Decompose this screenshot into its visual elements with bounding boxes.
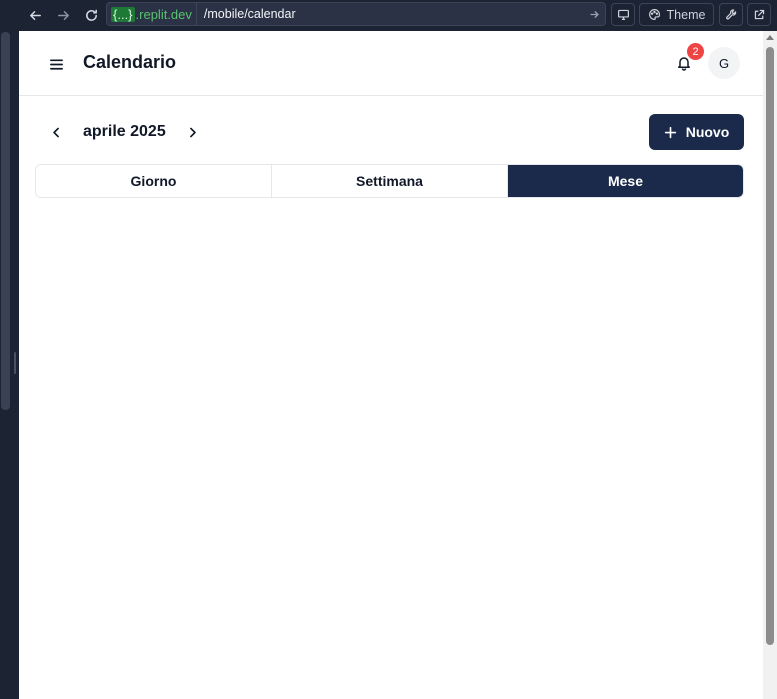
arrow-left-icon (29, 10, 41, 20)
url-go-button[interactable] (583, 9, 605, 20)
left-panel-edge (0, 0, 19, 699)
current-month-label: aprile 2025 (83, 123, 166, 140)
open-new-tab-button[interactable] (747, 3, 771, 26)
screen: {...} .replit.dev /mobile/calendar Theme (0, 0, 777, 699)
arrow-right-icon (589, 10, 599, 18)
new-event-label: Nuovo (685, 124, 730, 140)
palette-icon (648, 9, 660, 20)
plus-icon (664, 126, 676, 138)
tab-week[interactable]: Settimana (272, 165, 508, 197)
forward-button[interactable] (52, 4, 74, 26)
url-domain: {...} .replit.dev (107, 3, 197, 25)
notification-badge: 2 (687, 43, 704, 60)
url-path[interactable]: /mobile/calendar (197, 7, 583, 21)
prev-month-button[interactable] (45, 121, 67, 143)
app-header: Calendario 2 G (19, 31, 763, 96)
next-month-button[interactable] (181, 121, 203, 143)
new-event-button[interactable]: Nuovo (649, 114, 744, 150)
domain-brace-badge: {...} (111, 6, 135, 22)
reload-icon (85, 9, 97, 21)
left-panel-scrollbar[interactable] (1, 32, 10, 410)
chevron-right-icon (189, 127, 196, 137)
scrollbar-thumb[interactable] (766, 47, 774, 645)
arrow-right-icon (57, 10, 69, 20)
external-link-icon (754, 9, 764, 20)
chevron-left-icon (52, 127, 59, 137)
view-tabs: Giorno Settimana Mese (35, 164, 744, 198)
theme-button[interactable]: Theme (639, 3, 714, 26)
tab-month[interactable]: Mese (508, 165, 743, 197)
page-scrollbar[interactable] (763, 31, 777, 699)
reload-button[interactable] (80, 4, 102, 26)
scroll-up-arrow[interactable] (766, 35, 774, 40)
user-avatar[interactable]: G (708, 47, 740, 79)
app-viewport: Calendario 2 G aprile 2025 Nuovo Giorno … (19, 31, 763, 699)
url-bar[interactable]: {...} .replit.dev /mobile/calendar (106, 2, 606, 26)
domain-text: .replit.dev (135, 6, 192, 22)
browser-toolbar: {...} .replit.dev /mobile/calendar Theme (19, 0, 777, 31)
theme-label: Theme (666, 7, 706, 22)
wrench-icon (725, 9, 736, 20)
devtools-button[interactable] (611, 3, 635, 26)
menu-button[interactable] (46, 55, 66, 73)
panel-resize-handle[interactable] (14, 352, 16, 374)
tab-day[interactable]: Giorno (36, 165, 272, 197)
calendar-content-area (19, 206, 763, 699)
hamburger-icon (49, 58, 63, 70)
back-button[interactable] (24, 4, 46, 26)
monitor-icon (617, 9, 629, 20)
page-title: Calendario (83, 52, 177, 72)
tools-button[interactable] (719, 3, 743, 26)
